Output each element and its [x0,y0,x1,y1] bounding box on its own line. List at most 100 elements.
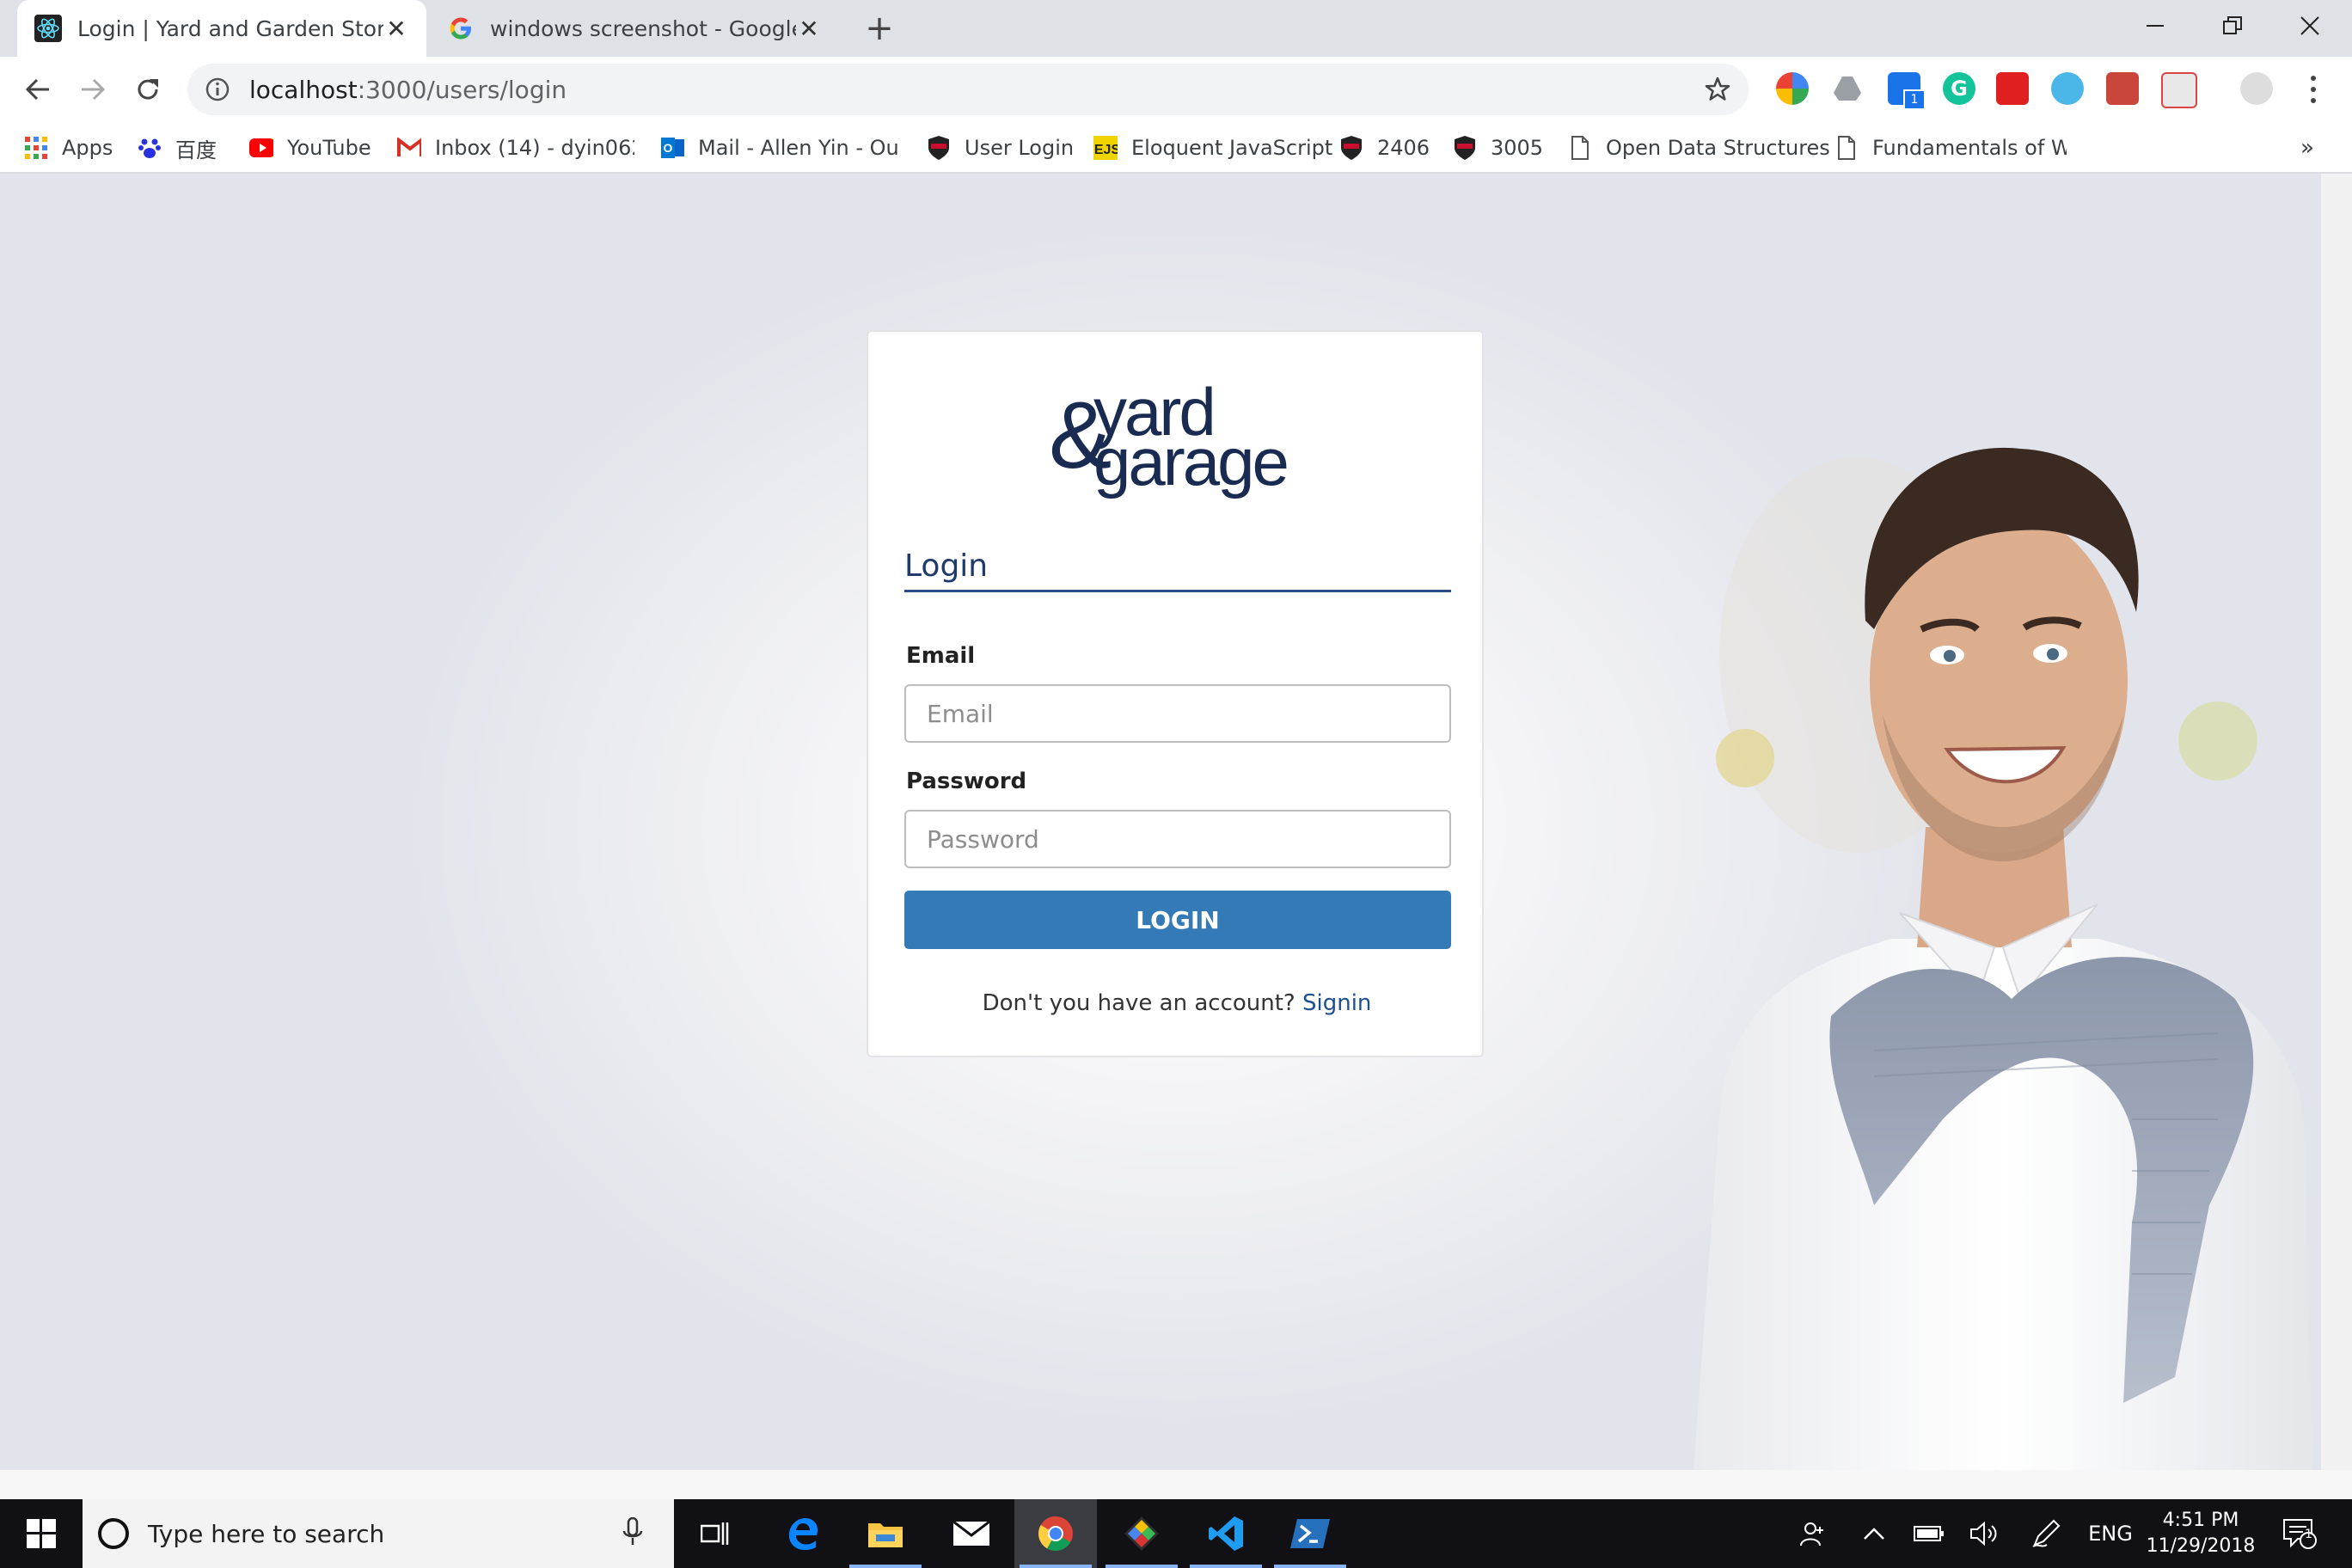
show-hidden-icons-chevron[interactable] [1850,1499,1898,1568]
bookmark-eloquent-js[interactable]: EJS Eloquent JavaScript [1093,131,1332,165]
signin-link[interactable]: Signin [1302,990,1371,1016]
menu-kebab-icon[interactable] [2300,72,2326,107]
bookmark-youtube[interactable]: YouTube [249,131,371,165]
notification-count: 1 [2305,1528,2312,1541]
task-view-icon[interactable] [674,1499,756,1568]
restore-icon[interactable] [2194,0,2271,52]
notification-center-icon[interactable]: 1 [2269,1499,2330,1568]
bookmark-label: Eloquent JavaScript [1131,136,1333,160]
shield-crest-icon [1339,136,1363,160]
bookmark-label: Open Data Structures [1606,136,1830,160]
bookmark-label: Mail - Allen Yin - Out [698,136,897,160]
battery-icon[interactable] [1905,1499,1953,1568]
close-window-icon[interactable] [2271,0,2349,52]
acrobat-icon[interactable] [1996,72,2029,105]
yard-garage-logo: & yard garage [1049,374,1289,499]
pdf-extension-icon[interactable] [2106,72,2139,105]
ejs-icon: EJS [1093,136,1118,160]
pen-workspace-icon[interactable] [2022,1499,2070,1568]
react-icon [34,15,62,42]
password-label: Password [906,769,1027,794]
bookmark-3005[interactable]: 3005 [1453,131,1543,165]
chrome-icon[interactable] [1014,1499,1097,1568]
bookmark-label: Fundamentals of Web [1872,136,2067,160]
extension-colorful-icon[interactable] [1776,72,1809,105]
back-icon[interactable] [15,67,60,112]
bookmark-star-icon[interactable] [1704,76,1731,107]
password-field[interactable] [904,810,1451,868]
close-tab-icon[interactable]: ✕ [796,15,822,43]
google-drive-icon[interactable] [1831,72,1864,105]
bookmark-label: YouTube [287,136,371,160]
new-tab-icon[interactable]: + [858,7,901,50]
system-clock[interactable]: 4:51 PM 11/29/2018 [2141,1508,2261,1559]
more-bookmarks-icon[interactable]: » [2300,131,2314,165]
gmail-icon [397,136,421,160]
edge-browser-icon[interactable] [762,1499,844,1568]
login-button[interactable]: LOGIN [904,891,1451,949]
search-extension-icon[interactable] [2051,72,2084,105]
signup-prompt: Don't you have an account? [982,990,1295,1016]
bookmark-user-login[interactable]: User Login [927,131,1074,165]
youtube-icon [249,136,273,160]
window-bottom-edge [0,1470,2352,1499]
browser-toolbar: localhost:3000/users/login 1 G [0,57,2352,122]
page-scrollbar[interactable] [2321,174,2352,1470]
tab-title: windows screenshot - Google Se [490,15,796,41]
bookmark-open-data-structures[interactable]: Open Data Structures [1568,131,1830,165]
input-language[interactable]: ENG [2080,1499,2141,1568]
extension-badge-icon[interactable]: 1 [1888,72,1926,110]
bookmark-label: 2406 [1377,136,1430,160]
cast-extension-icon[interactable] [2161,72,2197,108]
bookmark-baidu[interactable]: 百度 [138,131,217,165]
clock-date: 11/29/2018 [2146,1535,2256,1557]
login-card: & yard garage Login Email Password LOGIN… [867,330,1484,1057]
shield-crest-icon [927,136,951,160]
email-field[interactable] [904,684,1451,743]
people-icon[interactable] [1788,1499,1840,1568]
forward-icon[interactable] [70,67,115,112]
bookmark-outlook[interactable]: O Mail - Allen Yin - Out [660,131,897,165]
bookmark-gmail[interactable]: Inbox (14) - dyin0626 [397,131,634,165]
powershell-icon[interactable] [1269,1499,1351,1568]
windows-taskbar: Type here to search ENG 4:51 PM 11/29/20… [0,1499,2352,1568]
bookmark-label: Inbox (14) - dyin0626 [435,136,634,160]
reload-icon[interactable] [126,67,170,112]
mail-app-icon[interactable] [930,1499,1013,1568]
tab-google-search[interactable]: windows screenshot - Google Se ✕ [430,0,839,57]
page-content: & yard garage Login Email Password LOGIN… [0,174,2321,1470]
file-explorer-icon[interactable] [844,1499,927,1568]
windows-start-icon[interactable] [0,1499,83,1568]
email-label: Email [906,643,976,669]
bookmark-label: 百度 [175,138,217,162]
cortana-icon [98,1518,129,1549]
login-heading: Login [904,548,989,584]
address-bar[interactable]: localhost:3000/users/login [187,64,1749,115]
profile-avatar-icon[interactable] [2240,72,2273,105]
smiling-man-illustration [1694,447,2312,1470]
tab-login[interactable]: Login | Yard and Garden Store ✕ [17,0,426,57]
vscode-icon[interactable] [1185,1499,1267,1568]
svg-text:EJS: EJS [1094,143,1118,157]
tab-strip: Login | Yard and Garden Store ✕ windows … [0,0,2352,57]
minimize-icon[interactable] [2116,0,2194,52]
shield-crest-icon [1453,136,1477,160]
outlook-icon: O [660,136,684,160]
url-text: localhost:3000/users/login [249,76,567,104]
google-icon [447,15,475,42]
signup-prompt-line: Don't you have an account? Signin [868,990,1485,1016]
bookmark-2406[interactable]: 2406 [1339,131,1430,165]
taskbar-search-box[interactable]: Type here to search [83,1499,674,1568]
close-tab-icon[interactable]: ✕ [383,15,409,43]
tab-title: Login | Yard and Garden Store [77,15,383,41]
url-host: localhost [249,75,358,104]
heading-divider [904,590,1451,592]
grammarly-icon[interactable]: G [1943,72,1975,105]
bookmark-apps[interactable]: Apps [24,131,113,165]
microphone-icon[interactable] [622,1516,648,1550]
bookmark-label: User Login [965,136,1075,160]
info-icon[interactable] [205,77,230,102]
bookmark-fundamentals-of-web[interactable]: Fundamentals of Web [1834,131,2067,165]
git-kraken-icon[interactable] [1100,1499,1183,1568]
volume-icon[interactable] [1960,1499,2008,1568]
